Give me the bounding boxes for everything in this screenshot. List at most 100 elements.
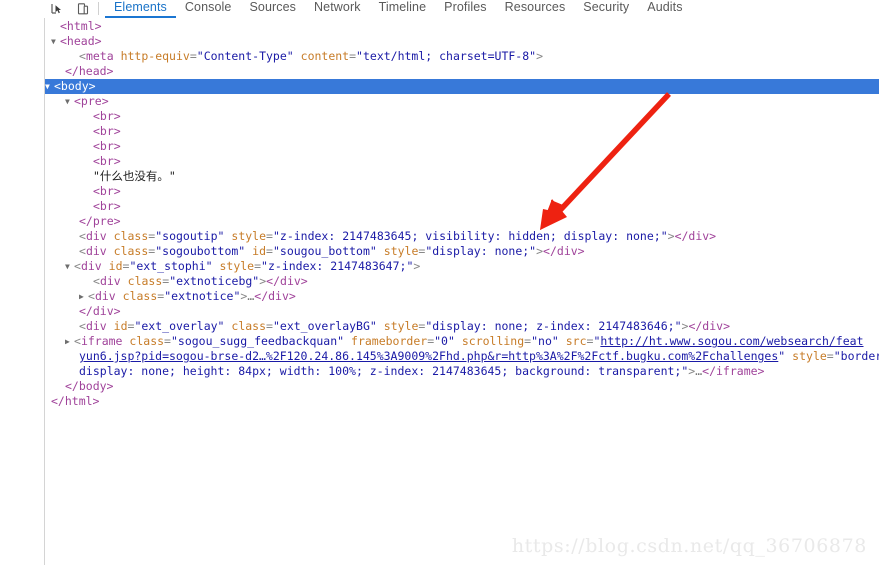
dom-node-div-ext-overlay[interactable]: <div id="ext_overlay" class="ext_overlay… — [45, 319, 879, 334]
extnoticebg-class-name: class — [127, 274, 163, 288]
br-text-4: <br> — [93, 154, 121, 168]
sp6 — [102, 259, 109, 273]
ext-stophi-id-name: id — [108, 259, 123, 273]
dom-text-node[interactable]: "什么也没有。" — [45, 169, 879, 184]
dom-node-div-sogoutip[interactable]: <div class="sogoutip" style="z-index: 21… — [45, 229, 879, 244]
eq11: = — [266, 319, 273, 333]
sp10 — [107, 319, 114, 333]
expand-toggle-head[interactable] — [51, 34, 60, 49]
sogoutip-class-value: "sogoutip" — [155, 229, 225, 243]
angle-close-es: > — [413, 259, 421, 273]
ext-overlay-style-name: style — [383, 319, 419, 333]
angle-open: < — [79, 49, 86, 63]
expand-toggle-ext-stophi[interactable] — [65, 259, 74, 274]
sogoutip-close: </div> — [674, 229, 717, 243]
dom-node-iframe-style-continued[interactable]: display: none; height: 84px; width: 100%… — [45, 364, 879, 379]
dom-node-head[interactable]: <head> — [45, 34, 879, 49]
dom-node-div-close-ext-stophi[interactable]: </div> — [45, 304, 879, 319]
sp12 — [377, 319, 384, 333]
dom-node-div-ext-stophi[interactable]: <div id="ext_stophi" style="z-index: 214… — [45, 259, 879, 274]
extnotice-class-value: "extnotice" — [164, 289, 241, 303]
space-2 — [294, 49, 301, 63]
inspect-element-icon[interactable] — [50, 2, 64, 16]
dom-node-body-close[interactable]: </body> — [45, 379, 879, 394]
tab-resources[interactable]: Resources — [496, 0, 575, 16]
devtools-toolbar: Elements Console Sources Network Timelin… — [0, 0, 879, 18]
sogoutip-style-value: "z-index: 2147483645; visibility: hidden… — [272, 229, 668, 243]
meta-attr-http-equiv-name: http-equiv — [120, 49, 190, 63]
iframe-frameborder-name: frameborder — [351, 334, 428, 348]
tab-audits[interactable]: Audits — [638, 0, 691, 16]
tab-sources[interactable]: Sources — [240, 0, 305, 16]
sogoubottom-class-name: class — [113, 244, 149, 258]
sp9 — [116, 289, 123, 303]
dom-node-br-5[interactable]: <br> — [45, 184, 879, 199]
sogoubottom-class-value: "sogoubottom" — [155, 244, 246, 258]
iframe-src-link-part2[interactable]: yun6.jsp?pid=sogou-brse-d2…%2F120.24.86.… — [79, 349, 778, 363]
ext-overlay-style-value: "display: none; z-index: 2147483646;" — [425, 319, 682, 333]
iframe-style-name: style — [792, 349, 827, 363]
extnoticebg-close: </div> — [266, 274, 308, 288]
ext-stophi-id-value: "ext_stophi" — [129, 259, 213, 273]
expand-toggle-iframe[interactable] — [65, 334, 74, 349]
dom-node-br-6[interactable]: <br> — [45, 199, 879, 214]
angle-open-eo: < — [79, 319, 86, 333]
dom-node-pre[interactable]: <pre> — [45, 94, 879, 109]
expand-toggle-extnotice[interactable] — [79, 289, 88, 304]
dom-node-head-close[interactable]: </head> — [45, 64, 879, 79]
br-text-6: <br> — [93, 199, 121, 213]
tab-console[interactable]: Console — [176, 0, 241, 16]
sp15 — [455, 334, 462, 348]
expand-toggle-pre[interactable] — [65, 94, 74, 109]
dom-node-div-extnotice[interactable]: <div class="extnotice">…</div> — [45, 289, 879, 304]
dom-node-body[interactable]: ⋯<body> — [45, 79, 879, 94]
dom-node-iframe[interactable]: <iframe class="sogou_sugg_feedbackquan" … — [45, 334, 879, 349]
dom-node-iframe-src-continued[interactable]: yun6.jsp?pid=sogou-brse-d2…%2F120.24.86.… — [45, 349, 879, 364]
sogoubottom-style-name: style — [383, 244, 419, 258]
dom-node-html-close[interactable]: </html> — [45, 394, 879, 409]
meta-attr-content-name: content — [300, 49, 350, 63]
angle-open-en: < — [88, 289, 95, 303]
eq7: = — [254, 259, 262, 273]
iframe-scrolling-value: "no" — [531, 334, 559, 348]
iframe-style-value-part1: "border — [833, 349, 879, 363]
dom-node-pre-close[interactable]: </pre> — [45, 214, 879, 229]
sogoubottom-close: </div> — [543, 244, 585, 258]
tab-security[interactable]: Security — [574, 0, 638, 16]
elements-dom-tree[interactable]: <html> <head> <meta http-equiv="Content-… — [45, 19, 879, 565]
iframe-src-link-part1[interactable]: http://ht.www.sogou.com/websearch/feat — [600, 334, 863, 348]
tab-timeline[interactable]: Timeline — [370, 0, 436, 16]
sp14 — [344, 334, 351, 348]
dom-node-div-extnoticebg[interactable]: <div class="extnoticebg"></div> — [45, 274, 879, 289]
ext-stophi-tagname: div — [80, 259, 102, 273]
eq17: = — [826, 349, 834, 363]
extnoticebg-class-value: "extnoticebg" — [169, 274, 260, 288]
eq2: = — [266, 229, 273, 243]
tab-elements[interactable]: Elements — [105, 0, 176, 18]
ext-overlay-class-value: "ext_overlayBG" — [272, 319, 377, 333]
expand-toggle-body[interactable] — [45, 79, 54, 94]
iframe-tagname: iframe — [80, 334, 123, 348]
tab-network[interactable]: Network — [305, 0, 370, 16]
dom-node-br-3[interactable]: <br> — [45, 139, 879, 154]
sogoubottom-id-name: id — [252, 244, 267, 258]
dom-node-html[interactable]: <html> — [45, 19, 879, 34]
iframe-frameborder-value: "0" — [434, 334, 455, 348]
dom-node-body-text: <body> — [54, 79, 96, 93]
devtools-tabs: Elements Console Sources Network Timelin… — [105, 0, 692, 18]
iframe-scrolling-name: scrolling — [461, 334, 525, 348]
dom-node-meta[interactable]: <meta http-equiv="Content-Type" content=… — [45, 49, 879, 64]
tab-profiles[interactable]: Profiles — [435, 0, 495, 16]
device-toolbar-icon[interactable] — [76, 2, 90, 16]
dom-node-div-sogoubottom[interactable]: <div class="sogoubottom" id="sougou_bott… — [45, 244, 879, 259]
sogoutip-tagname: div — [85, 229, 107, 243]
iframe-src-name: src — [565, 334, 587, 348]
angle-close-sb: > — [536, 244, 544, 258]
dom-node-html-close-text: </html> — [51, 394, 100, 408]
dom-node-pre-close-text: </pre> — [79, 214, 121, 228]
sp16 — [559, 334, 566, 348]
br-text-5: <br> — [93, 184, 121, 198]
dom-node-br-1[interactable]: <br> — [45, 109, 879, 124]
dom-node-br-2[interactable]: <br> — [45, 124, 879, 139]
dom-node-br-4[interactable]: <br> — [45, 154, 879, 169]
